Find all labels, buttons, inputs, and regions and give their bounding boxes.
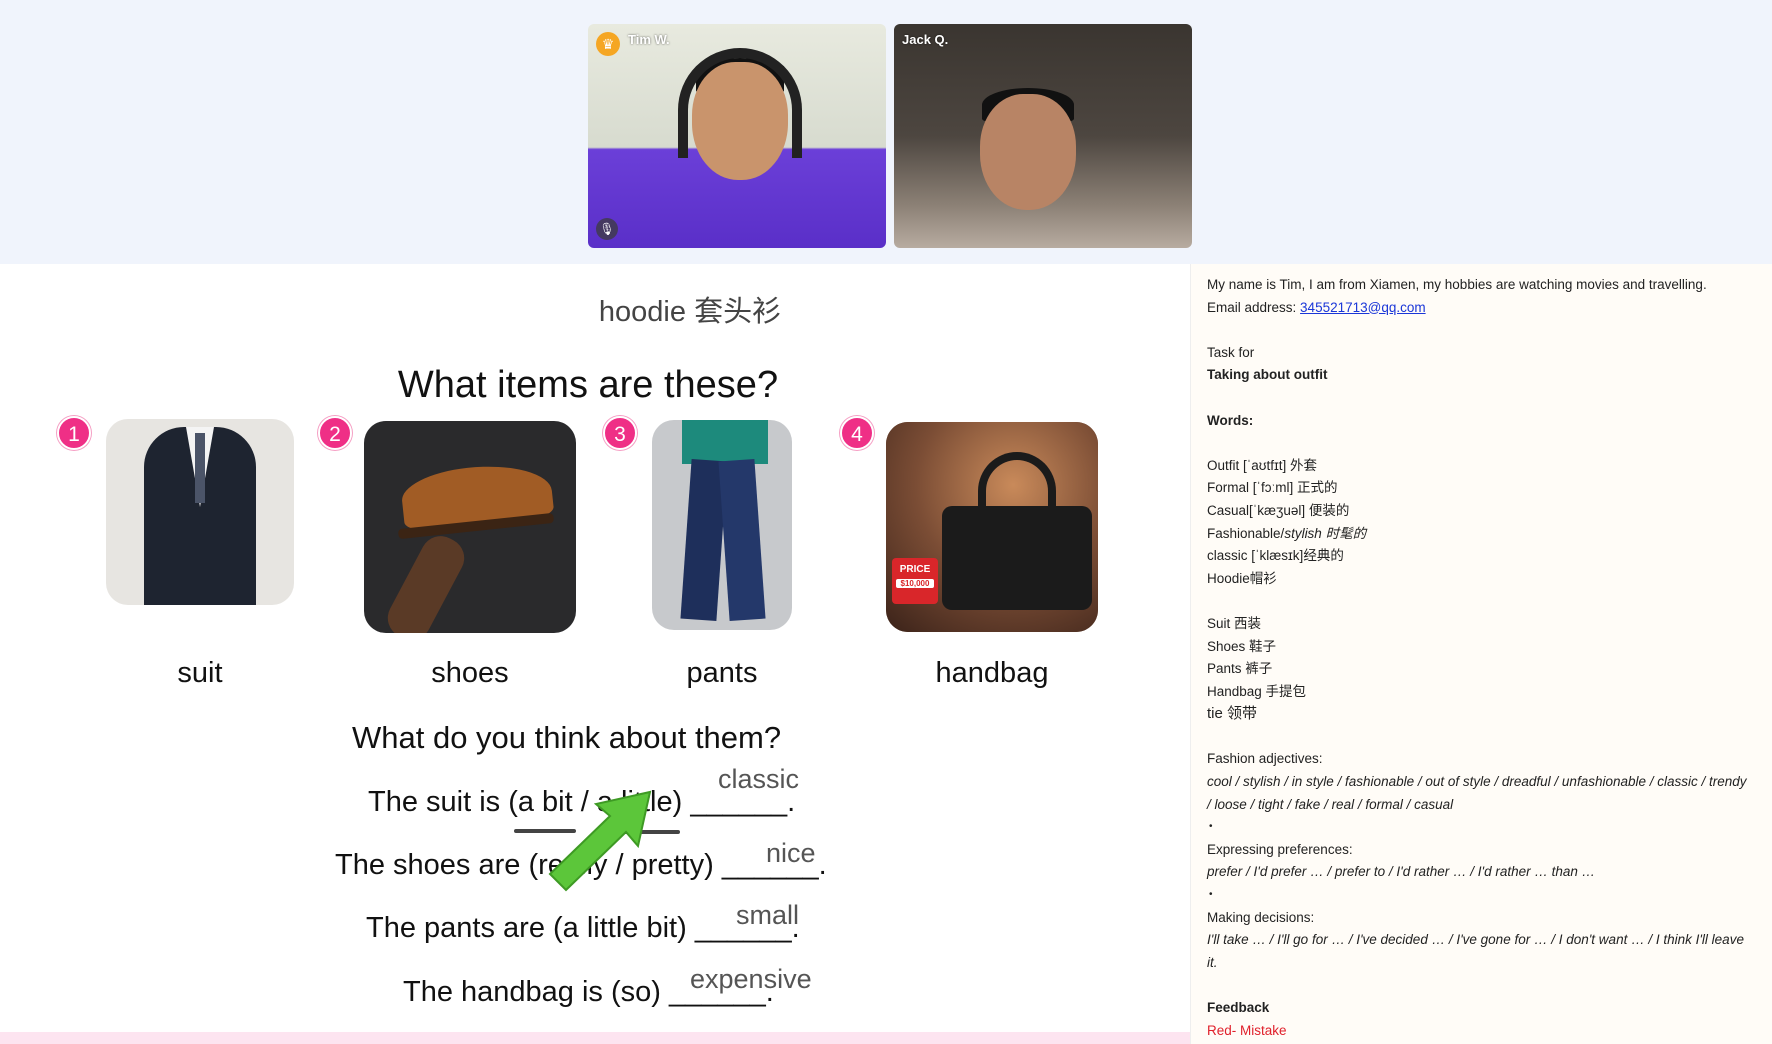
price-tag-label: PRICE [899,564,931,575]
word-entry: Hoodie帽衫 [1207,570,1277,586]
word-entry: Fashionable/stylish 时髦的 [1207,523,1772,546]
notes-intro: My name is Tim, I am from Xiamen, my hob… [1207,277,1707,292]
item-number-badge: 3 [603,416,637,450]
email-label: Email address: [1207,299,1301,315]
pant-leg-right [718,458,766,622]
word-entry: Suit 西装 [1207,615,1262,631]
word-entry: tie 领带 [1207,705,1258,723]
crown-icon: ♛ [596,32,620,56]
word-fashionable: Fashionable/ [1207,525,1285,541]
decisions-title: Making decisions: [1207,909,1315,925]
participant-name: Jack Q. [902,32,949,47]
participant-face [980,94,1076,210]
email-link[interactable]: 345521713@qq.com [1300,300,1426,315]
word-entry: Handbag 手提包 [1207,683,1307,699]
answer-shoes: nice [766,838,816,868]
shirt-hem-shape [682,420,768,464]
hand-shape [380,529,472,633]
word-stylish: stylish 时髦的 [1284,525,1367,541]
words-title: Words: [1207,412,1254,428]
item-number-badge: 4 [840,416,874,450]
video-strip: ♛ Tim W. 🎙 Jack Q. [0,0,1772,262]
word-entry: Outfit [ˈaʊtfɪt] 外套 [1207,457,1317,473]
question-title-2: What do you think about them? [352,720,782,755]
price-tag: PRICE $10,000 [892,558,938,604]
video-tile-jack[interactable]: Jack Q. [894,24,1192,248]
shoes-image [364,421,576,633]
price-tag-value: $10,000 [896,579,934,588]
answer-handbag: expensive [690,964,812,994]
item-number-badge: 2 [318,416,352,450]
adjectives-title: Fashion adjectives: [1207,751,1323,767]
word-entry: classic [ˈklæsɪk]经典的 [1207,548,1344,564]
notes-panel[interactable]: My name is Tim, I am from Xiamen, my hob… [1190,264,1772,1044]
headphones [678,48,802,158]
participant-name: Tim W. [628,32,670,47]
lesson-slide: hoodie 套头衫 What items are these? 1 suit … [0,264,1190,1044]
decisions-line: I'll take … / I'll go for … / I've decid… [1207,932,1744,948]
green-arrow-icon [548,790,652,892]
handbag-shape [942,506,1092,610]
task-title: Taking about outfit [1207,367,1328,383]
slide-footer-bar [0,1032,1190,1044]
word-entry: Pants 裤子 [1207,661,1273,677]
microphone-icon[interactable]: 🎙 [596,218,618,240]
preferences-title: Expressing preferences: [1207,841,1353,857]
decisions-line: it. [1207,954,1218,970]
feedback-red: Red- Mistake [1207,1022,1287,1038]
suit-image [106,419,294,605]
handbag-image: PRICE $10,000 [886,422,1098,632]
answer-pants: small [736,900,800,930]
adjectives-line: cool / stylish / in style / fashionable … [1207,774,1747,790]
slide-heading: hoodie 套头衫 [598,296,782,328]
word-entry: Shoes 鞋子 [1207,638,1277,654]
word-entry: Casual[ˈkæʒuəl] 便装的 [1207,502,1350,518]
item-label-handbag: handbag [935,657,1049,689]
item-number-badge: 1 [57,416,91,450]
pants-image [652,420,792,630]
question-title: What items are these? [397,364,779,406]
notes-email-line: Email address: 345521713@qq.com [1207,297,1772,320]
preferences-line: prefer / I'd prefer … / prefer to / I'd … [1207,864,1596,880]
task-for: Task for [1207,344,1255,360]
feedback-title: Feedback [1207,1000,1270,1015]
tie-shape [195,433,205,503]
bullet: • [1209,889,1213,901]
item-label-suit: suit [177,657,223,689]
answer-suit: classic [718,764,800,794]
sentence-pants: The pants are (a little bit) ______. [366,912,800,944]
item-label-shoes: shoes [431,657,509,689]
item-label-pants: pants [686,657,758,689]
bullet: • [1209,821,1213,833]
word-entry: Formal [ˈfɔːml] 正式的 [1207,480,1338,496]
video-tile-tim[interactable]: ♛ Tim W. 🎙 [588,24,886,248]
adjectives-line: / loose / tight / fake / real / formal /… [1207,796,1454,812]
